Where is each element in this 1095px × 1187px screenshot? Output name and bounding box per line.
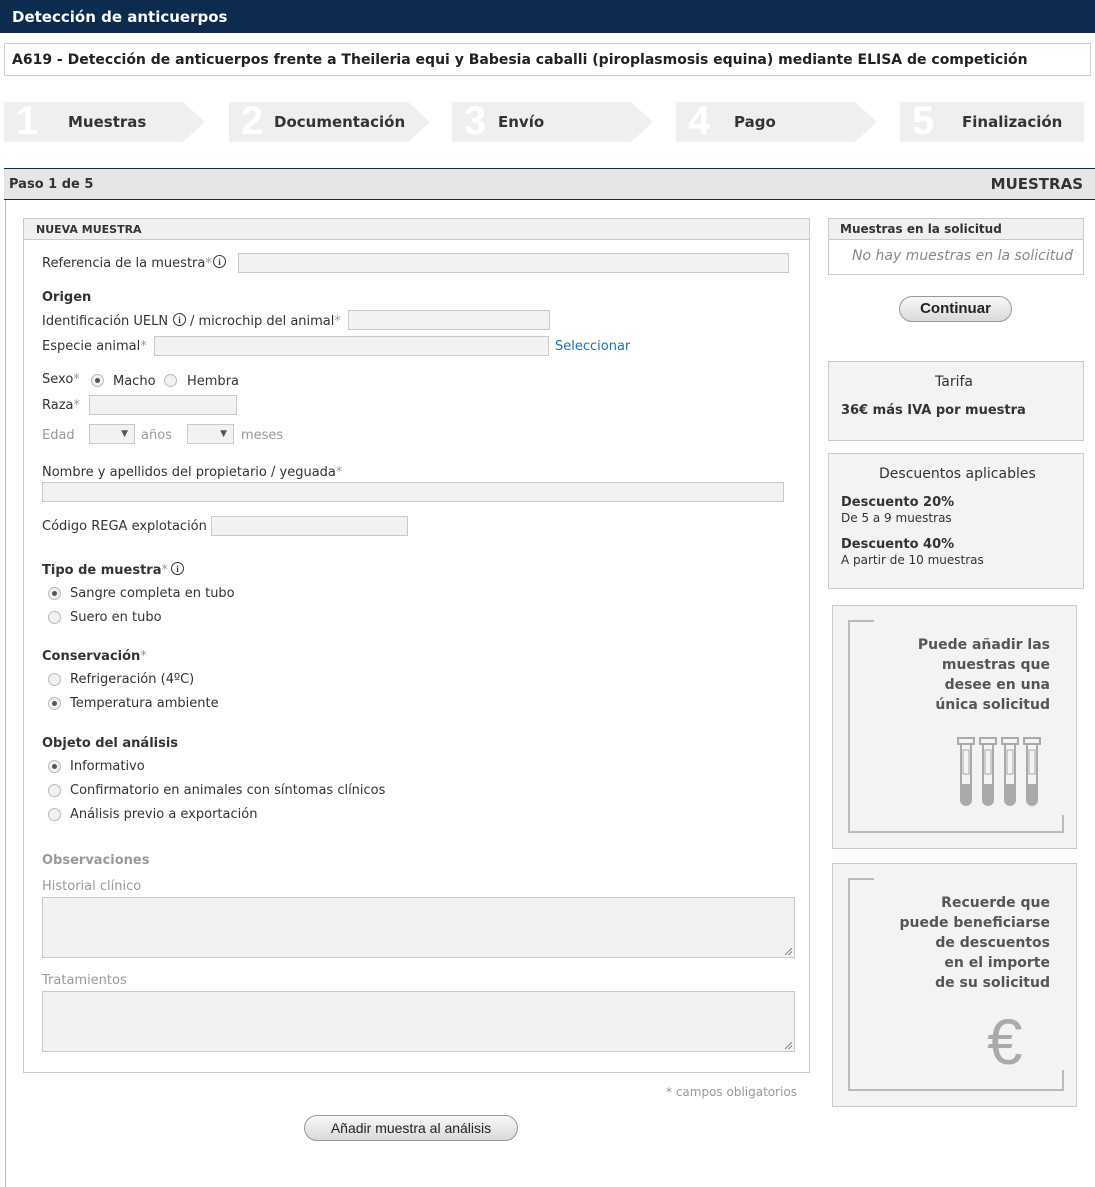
select-species-link[interactable]: Seleccionar xyxy=(555,339,630,354)
rate-value: 36€ más IVA por muestra xyxy=(841,403,1026,418)
step-progress-text: Paso 1 de 5 xyxy=(9,177,94,192)
step-label: Documentación xyxy=(274,113,406,131)
breed-input[interactable] xyxy=(89,395,237,415)
step-label: Envío xyxy=(498,113,545,131)
sample-type-radio-blood[interactable] xyxy=(48,587,61,600)
step-arrow xyxy=(408,102,430,142)
clinical-history-textarea[interactable] xyxy=(42,897,795,958)
conservation-heading: Conservación* xyxy=(42,649,147,664)
clinical-history-label: Historial clínico xyxy=(42,879,142,894)
sex-option-label: Hembra xyxy=(187,374,239,389)
promo-bracket-right xyxy=(1062,1070,1064,1091)
rate-box xyxy=(828,361,1084,441)
age-years-select[interactable]: ▼ xyxy=(89,424,135,444)
sex-radio-hembra[interactable] xyxy=(164,374,177,387)
step-number: 1 xyxy=(16,99,39,143)
info-icon[interactable]: i xyxy=(171,562,184,575)
purpose-option: Informativo xyxy=(70,759,145,774)
new-sample-panel-title: NUEVA MUESTRA xyxy=(24,219,809,240)
conservation-radio-refrigeration[interactable] xyxy=(48,673,61,686)
ueln-label: Identificación UELN xyxy=(42,314,169,329)
purpose-option: Confirmatorio en animales con síntomas c… xyxy=(70,783,386,798)
promo-bracket-bottom xyxy=(848,831,1064,833)
step-label: Pago xyxy=(734,113,776,131)
age-months-select[interactable]: ▼ xyxy=(187,424,234,444)
sex-option-label: Macho xyxy=(113,374,156,389)
left-border xyxy=(5,200,6,1187)
page-header: Detección de anticuerpos xyxy=(0,0,1095,33)
months-label: meses xyxy=(241,428,284,443)
step-2-documentacion[interactable]: 2 Documentación xyxy=(229,99,408,143)
promo-bracket-bottom xyxy=(848,1089,1064,1091)
step-3-envio[interactable]: 3 Envío xyxy=(452,99,631,143)
step-number: 5 xyxy=(912,99,935,143)
sample-reference-input[interactable] xyxy=(238,253,789,273)
discounts-title: Descuentos aplicables xyxy=(879,466,1036,482)
purpose-heading: Objeto del análisis xyxy=(42,736,179,751)
analysis-title: A619 - Detección de anticuerpos frente a… xyxy=(4,43,1091,76)
discount1-desc: De 5 a 9 muestras xyxy=(841,511,952,525)
conservation-option: Temperatura ambiente xyxy=(70,696,219,711)
years-label: años xyxy=(141,428,172,443)
sex-radio-macho[interactable] xyxy=(91,374,104,387)
euro-icon: € xyxy=(987,1006,1023,1078)
promo-discounts-text: Recuerde que puede beneficiarse de descu… xyxy=(899,895,1050,991)
samples-empty-message: No hay muestras en la solicitud xyxy=(852,248,1073,264)
step-1-muestras[interactable]: 1 Muestras xyxy=(4,99,183,143)
rate-title: Tarifa xyxy=(935,374,973,390)
treatments-label: Tratamientos xyxy=(42,973,127,988)
samples-in-request-title: Muestras en la solicitud xyxy=(829,219,1083,240)
sample-type-option: Sangre completa en tubo xyxy=(70,586,235,601)
discount1-title: Descuento 20% xyxy=(841,495,955,510)
owner-input[interactable] xyxy=(42,482,784,502)
step-arrow xyxy=(183,102,205,142)
conservation-option: Refrigeración (4ºC) xyxy=(70,672,195,687)
purpose-option: Análisis previo a exportación xyxy=(70,807,258,822)
purpose-radio-confirmatory[interactable] xyxy=(48,784,61,797)
step-arrow xyxy=(855,102,877,142)
promo-bracket xyxy=(848,620,874,833)
promo-bracket-right xyxy=(1062,815,1064,833)
section-title: MUESTRAS xyxy=(990,175,1083,193)
step-label: Finalización xyxy=(962,113,1063,131)
purpose-radio-export[interactable] xyxy=(48,808,61,821)
rega-label: Código REGA explotación xyxy=(42,519,207,534)
continue-button[interactable]: Continuar xyxy=(899,296,1012,322)
info-icon[interactable]: i xyxy=(173,313,186,326)
sample-type-heading: Tipo de muestra* xyxy=(42,563,168,578)
step-number: 4 xyxy=(688,99,711,143)
treatments-textarea[interactable] xyxy=(42,991,795,1052)
step-5-finalizacion[interactable]: 5 Finalización xyxy=(900,99,1084,143)
owner-label: Nombre y apellidos del propietario / yeg… xyxy=(42,465,343,480)
step-number: 2 xyxy=(241,99,264,143)
rega-input[interactable] xyxy=(211,516,408,536)
conservation-radio-ambient[interactable] xyxy=(48,697,61,710)
step-progress-bar: Paso 1 de 5 MUESTRAS xyxy=(4,168,1095,200)
ueln-label-suffix: / microchip del animal* xyxy=(190,314,341,329)
sample-type-option: Suero en tubo xyxy=(70,610,162,625)
add-sample-button[interactable]: Añadir muestra al análisis xyxy=(304,1115,518,1141)
origin-heading: Origen xyxy=(42,290,92,305)
breed-label: Raza* xyxy=(42,398,81,413)
step-arrow xyxy=(631,102,653,142)
test-tubes-icon xyxy=(957,737,1041,806)
sample-reference-label: Referencia de la muestra* xyxy=(42,256,212,271)
discount2-title: Descuento 40% xyxy=(841,537,955,552)
species-label: Especie animal* xyxy=(42,339,147,354)
sample-type-radio-serum[interactable] xyxy=(48,611,61,624)
sex-label: Sexo* xyxy=(42,372,80,387)
observations-heading: Observaciones xyxy=(42,853,150,868)
info-icon[interactable]: i xyxy=(213,255,226,268)
required-fields-note: * campos obligatorios xyxy=(666,1085,797,1099)
step-4-pago[interactable]: 4 Pago xyxy=(676,99,855,143)
discount2-desc: A partir de 10 muestras xyxy=(841,553,984,567)
promo-multiple-samples-text: Puede añadir las muestras que desee en u… xyxy=(917,637,1050,713)
step-label: Muestras xyxy=(68,113,147,131)
species-input[interactable] xyxy=(154,336,549,356)
purpose-radio-informative[interactable] xyxy=(48,760,61,773)
step-number: 3 xyxy=(464,99,487,143)
ueln-microchip-input[interactable] xyxy=(348,310,550,330)
age-label: Edad xyxy=(42,428,75,443)
